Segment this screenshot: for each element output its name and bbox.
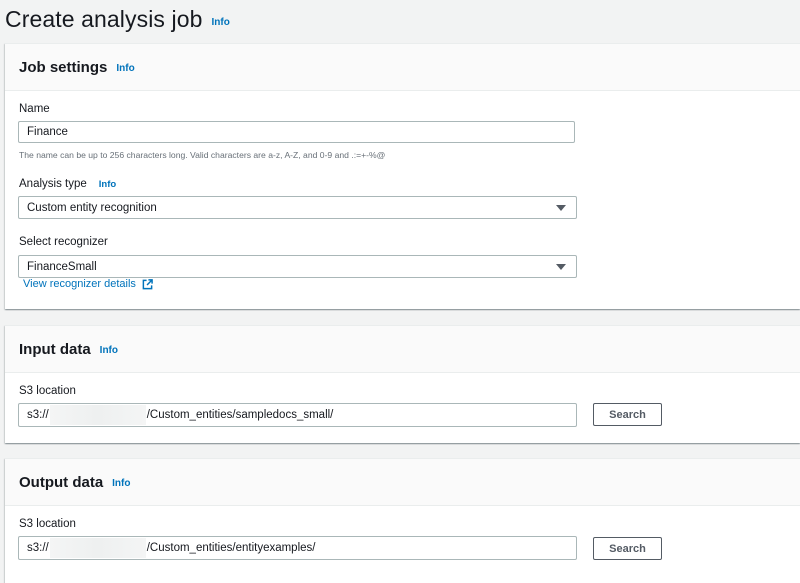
input-data-info-link[interactable]: Info [100,345,118,356]
output-data-title: Output data [19,473,104,491]
page-title: Create analysis job [5,5,203,32]
analysis-type-info-link[interactable]: Info [99,179,116,190]
input-s3-label-text: S3 location [19,385,76,397]
name-input-value: Finance [27,126,68,138]
job-settings-header: Job settings Info [5,44,800,91]
input-data-title: Input data [19,340,91,358]
view-recognizer-details-text: View recognizer details [23,278,136,290]
redacted-bucket-name [49,538,146,558]
job-settings-panel: Job settings Info Name Finance The name … [5,43,800,309]
output-data-panel: Output data Info S3 location s3:// /Cust… [5,458,800,583]
output-search-button[interactable]: Search [593,537,662,560]
name-label: Name [19,103,50,115]
analysis-type-label-text: Analysis type [19,178,87,190]
input-s3-label: S3 location [19,385,76,397]
output-s3-label-text: S3 location [19,518,76,530]
recognizer-value: FinanceSmall [27,260,97,273]
analysis-type-select[interactable]: Custom entity recognition [18,196,577,219]
caret-down-icon [556,204,566,211]
output-s3-label: S3 location [19,518,76,530]
page-header: Create analysis job Info [5,3,230,35]
recognizer-select[interactable]: FinanceSmall [18,255,577,278]
input-s3-prefix: s3:// [27,409,49,421]
input-search-button[interactable]: Search [593,403,662,426]
input-s3-location-input[interactable]: s3:// /Custom_entities/sampledocs_small/ [18,403,577,427]
external-link-icon [142,278,153,289]
recognizer-label-text: Select recognizer [19,236,108,248]
job-settings-info-link[interactable]: Info [116,63,134,74]
analysis-type-value: Custom entity recognition [27,201,157,214]
input-s3-path: /Custom_entities/sampledocs_small/ [146,409,334,421]
view-recognizer-details-link[interactable]: View recognizer details [23,278,153,290]
input-data-panel: Input data Info S3 location s3:// /Custo… [5,325,800,443]
recognizer-label: Select recognizer [19,236,108,248]
name-input[interactable]: Finance [18,121,575,143]
page-info-link[interactable]: Info [212,17,230,28]
output-s3-path: /Custom_entities/entityexamples/ [146,542,316,554]
output-data-info-link[interactable]: Info [112,478,130,489]
input-data-header: Input data Info [5,326,800,373]
analysis-type-label: Analysis type Info [19,178,116,190]
output-data-header: Output data Info [5,459,800,506]
output-s3-location-input[interactable]: s3:// /Custom_entities/entityexamples/ [18,536,577,560]
job-settings-title: Job settings [19,58,108,76]
caret-down-icon [556,263,566,270]
name-label-text: Name [19,103,50,115]
name-hint: The name can be up to 256 characters lon… [19,150,386,160]
output-s3-prefix: s3:// [27,542,49,554]
redacted-bucket-name [49,405,146,425]
